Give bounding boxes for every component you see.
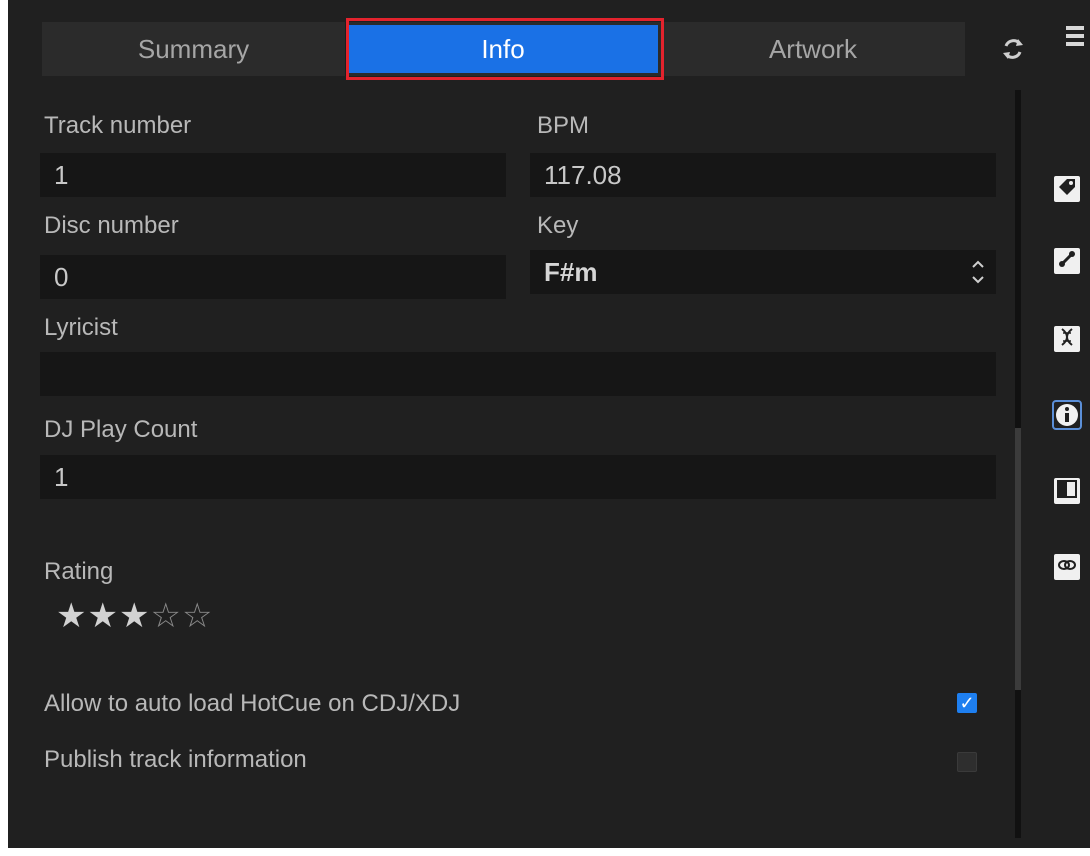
- tag-icon[interactable]: [1054, 176, 1080, 202]
- key-select-value: F#m: [544, 257, 598, 287]
- auto-load-hotcue-checkbox[interactable]: ✓: [957, 693, 977, 713]
- auto-load-hotcue-label: Allow to auto load HotCue on CDJ/XDJ: [44, 690, 461, 717]
- dj-play-count-label: DJ Play Count: [44, 416, 198, 443]
- star-2[interactable]: ★: [87, 597, 118, 635]
- lyricist-label: Lyricist: [44, 314, 118, 341]
- key-label: Key: [537, 212, 579, 239]
- rating-label: Rating: [44, 558, 114, 585]
- star-4[interactable]: ☆: [150, 597, 181, 635]
- tab-summary[interactable]: Summary: [42, 22, 346, 76]
- list-menu-icon[interactable]: [1062, 26, 1084, 52]
- track-number-field[interactable]: 1: [40, 153, 506, 197]
- link-icon[interactable]: [1054, 554, 1080, 580]
- lyricist-field[interactable]: [40, 352, 996, 396]
- bpm-label: BPM: [537, 112, 590, 139]
- dj-play-count-field[interactable]: 1: [40, 455, 996, 499]
- refresh-icon[interactable]: [998, 34, 1028, 64]
- bpm-field[interactable]: 117.08: [530, 153, 996, 197]
- tab-artwork[interactable]: Artwork: [661, 22, 965, 76]
- dna-icon[interactable]: [1054, 326, 1080, 352]
- info-icon[interactable]: [1052, 400, 1082, 430]
- rating-stars[interactable]: ★★★☆☆: [56, 596, 213, 636]
- track-number-label: Track number: [44, 112, 192, 139]
- publish-track-info-label: Publish track information: [44, 746, 307, 773]
- active-tab-highlight: [346, 18, 664, 80]
- disc-number-label: Disc number: [44, 212, 179, 239]
- scrollbar-thumb[interactable]: [1015, 428, 1021, 690]
- edit-link-icon[interactable]: [1054, 248, 1080, 274]
- star-1[interactable]: ★: [56, 597, 87, 635]
- key-select[interactable]: F#m: [530, 250, 996, 294]
- panel-toggle-icon[interactable]: [1054, 478, 1080, 504]
- star-3[interactable]: ★: [119, 597, 150, 635]
- publish-track-info-checkbox[interactable]: [957, 752, 977, 772]
- disc-number-field[interactable]: 0: [40, 255, 506, 299]
- star-5[interactable]: ☆: [182, 597, 213, 635]
- key-spinner-icon[interactable]: [966, 250, 990, 294]
